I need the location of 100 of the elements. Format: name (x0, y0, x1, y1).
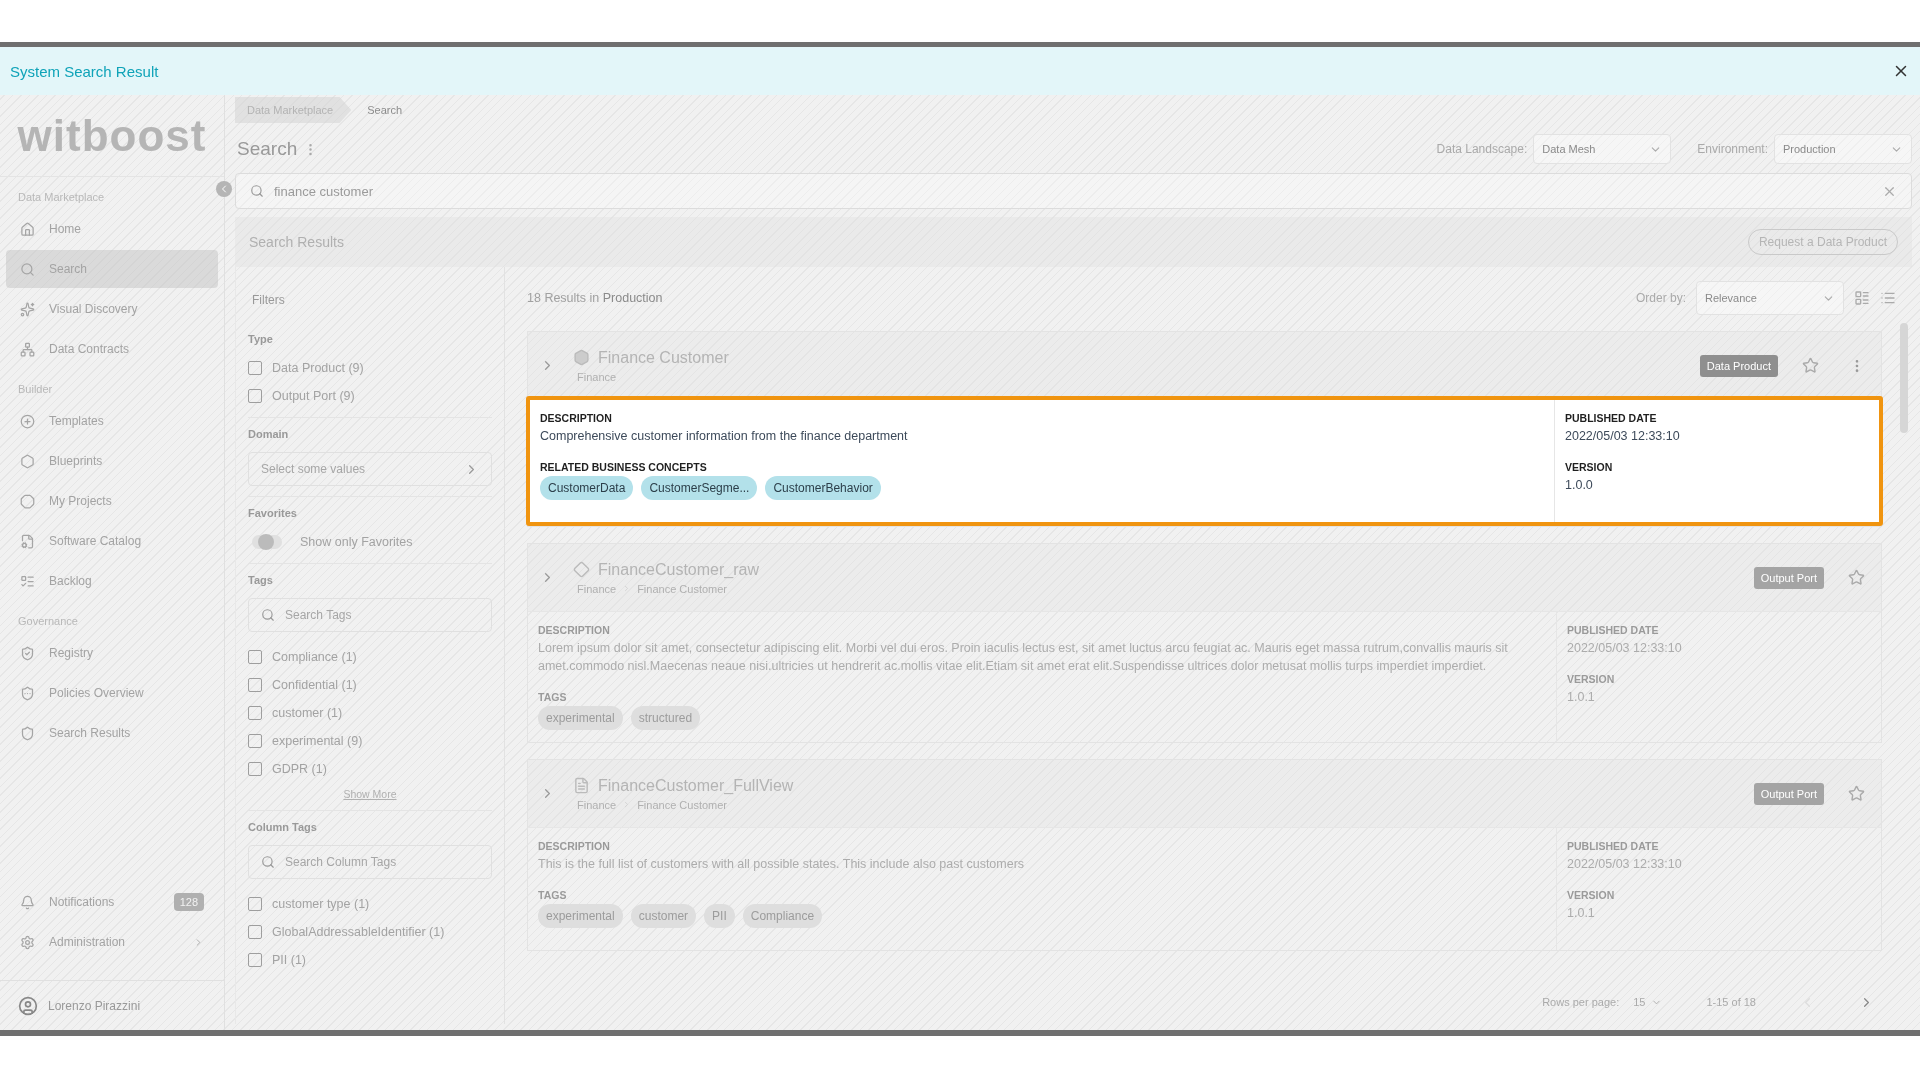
version: 1.0.0 (1565, 477, 1594, 494)
description: Lorem ipsum dolor sit amet, consectetur adipiscing elit. Morbi vel dui eros. Proin iaculis lectus est, sit amet luctus arcu feugiat ac. Mauris eget massa rutrum,convallis mauris sit amet.commodo nisl.Maecenas neaue nisi.ultricies ut hendrerit ac.mollis vitae elit.Etiam sit amet erat elit.Suspendisse ultrices dolor metusat mollis turps imperdiet imperdiet. (538, 640, 1509, 675)
collapse-icon[interactable] (216, 181, 232, 197)
filter-heading: Type (248, 333, 274, 345)
nav-icon (20, 221, 35, 237)
field-label: VERSION (1565, 461, 1614, 473)
field-label: DESCRIPTION (538, 840, 611, 852)
nav-item[interactable]: Backlog (6, 562, 218, 600)
checkbox[interactable] (248, 734, 262, 748)
checkbox-label: customer type (1) (272, 897, 370, 911)
show-more-link[interactable]: Show More (343, 788, 397, 800)
checkbox[interactable] (248, 897, 262, 911)
search-field[interactable]: finance customer (235, 173, 1912, 209)
nav-icon (20, 341, 35, 357)
domain-path: Finance Customer (637, 582, 727, 595)
nav-item[interactable]: Search Results (6, 714, 218, 752)
grid-view-icon[interactable] (1854, 290, 1870, 306)
checkbox[interactable] (248, 953, 262, 967)
field-label: VERSION (1567, 889, 1616, 901)
list-view-icon[interactable] (1880, 290, 1896, 306)
field-label: TAGS (538, 889, 568, 901)
nav-item[interactable]: My Projects (6, 482, 218, 520)
field-label: PUBLISHED DATE (1567, 840, 1660, 852)
section-heading: Governance (17, 614, 79, 629)
checkbox[interactable] (248, 389, 262, 403)
nav-item[interactable]: Visual Discovery (6, 290, 218, 328)
domain-select[interactable]: Select some values (248, 452, 492, 486)
tag-chip[interactable]: experimental (538, 706, 623, 730)
selector-label: Data Landscape: (1436, 142, 1528, 156)
tag-chip[interactable]: CustomerBehavior (765, 476, 881, 500)
section-heading: Builder (17, 382, 54, 397)
type-badge: Output Port (1753, 566, 1824, 589)
field-label: DESCRIPTION (538, 624, 611, 636)
type-badge: Data Product (1699, 354, 1778, 377)
filters-title: Filters (251, 292, 286, 309)
tag-chip[interactable]: CustomerData (540, 476, 634, 500)
checkbox-label: experimental (9) (272, 734, 363, 748)
tag-chip[interactable]: CustomerSegme... (641, 476, 758, 500)
toggle-switch[interactable] (252, 535, 282, 549)
checkbox-label: GlobalAddressableIdentifier (1) (272, 925, 445, 939)
nav-icon (20, 301, 35, 317)
version: 1.0.1 (1567, 905, 1596, 922)
result-title[interactable]: Finance Customer (598, 348, 729, 367)
nav-item[interactable]: Blueprints (6, 442, 218, 480)
nav-icon (20, 573, 35, 589)
breadcrumb[interactable]: Search (355, 97, 421, 123)
page-range: 1-15 of 18 (1706, 996, 1756, 1008)
count-badge: 128 (173, 893, 204, 911)
published-date: 2022/05/03 12:33:10 (1565, 428, 1681, 445)
checkbox[interactable] (248, 706, 262, 720)
result-title[interactable]: FinanceCustomer_FullView (598, 776, 794, 795)
nav-icon (20, 725, 35, 741)
order-label: Order by: (1636, 291, 1686, 305)
field-label: TAGS (538, 691, 568, 703)
document-icon (573, 777, 590, 794)
search-field[interactable]: Search Column Tags (248, 845, 492, 879)
result-title[interactable]: FinanceCustomer_raw (598, 560, 759, 579)
nav-item[interactable]: Home (6, 210, 218, 248)
filter-heading: Tags (248, 574, 274, 586)
order-dropdown[interactable]: Relevance (1696, 281, 1844, 315)
bell-icon (20, 894, 35, 910)
field-label: PUBLISHED DATE (1567, 624, 1660, 636)
dropdown[interactable]: Production (1774, 134, 1912, 164)
results-count: 18 Results in Production (527, 291, 663, 305)
page-title: Search (237, 138, 298, 160)
user-profile[interactable]: Lorenzo Pirazzini (0, 980, 224, 1030)
checkbox[interactable] (248, 925, 262, 939)
tag-chip[interactable]: experimental (538, 904, 623, 928)
domain-path: Finance (577, 582, 617, 595)
nav-icon (20, 533, 35, 549)
nav-item[interactable]: Policies Overview (6, 674, 218, 712)
tag-chip[interactable]: Compliance (742, 904, 823, 928)
checkbox-label: PII (1) (272, 953, 307, 967)
nav-item[interactable]: Registry (6, 634, 218, 672)
domain-path: Finance (577, 370, 617, 383)
nav-item[interactable]: Software Catalog (6, 522, 218, 560)
tag-chip[interactable]: customer (630, 904, 697, 928)
star-icon[interactable] (1848, 785, 1865, 802)
checkbox[interactable] (248, 650, 262, 664)
search-field[interactable]: Search Tags (248, 598, 492, 632)
rows-dropdown[interactable]: 15 (1633, 996, 1663, 1008)
tag-chip[interactable]: structured (630, 706, 701, 730)
search-icon (261, 855, 275, 869)
checkbox[interactable] (248, 678, 262, 692)
settings-icon (20, 934, 35, 950)
nav-item[interactable]: Administration (6, 923, 218, 961)
dropdown[interactable]: Data Mesh (1533, 134, 1672, 164)
star-icon[interactable] (1848, 569, 1865, 586)
filter-heading: Column Tags (248, 821, 318, 833)
star-icon[interactable] (1802, 357, 1819, 374)
checkbox[interactable] (248, 361, 262, 375)
diamond-icon (573, 561, 590, 578)
nav-item[interactable]: Notifications 128 (6, 883, 218, 921)
checkbox[interactable] (248, 762, 262, 776)
rows-label: Rows per page: (1542, 996, 1620, 1008)
nav-item[interactable]: Data Contracts (6, 330, 218, 368)
tag-chip[interactable]: PII (704, 904, 735, 928)
nav-item[interactable]: Templates (6, 402, 218, 440)
filter-heading: Favorites (248, 507, 298, 519)
field-label: VERSION (1567, 673, 1616, 685)
